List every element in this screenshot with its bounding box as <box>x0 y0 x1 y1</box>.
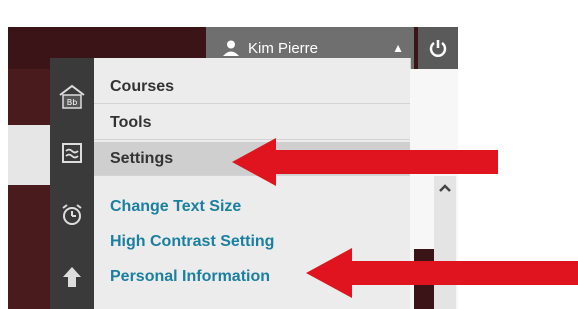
calendar-alarm-icon <box>62 204 82 225</box>
link-change-text-size[interactable]: Change Text Size <box>110 198 241 216</box>
annotation-arrow-personal-information <box>306 248 578 298</box>
left-background-panel <box>8 69 50 309</box>
link-personal-information[interactable]: Personal Information <box>110 268 270 286</box>
power-icon <box>429 40 447 57</box>
blackboard-home-icon: Bb <box>59 84 85 109</box>
grades-icon <box>62 143 82 163</box>
menu-item-courses[interactable]: Courses <box>94 70 410 104</box>
link-high-contrast-setting[interactable]: High Contrast Setting <box>110 233 274 251</box>
svg-text:Bb: Bb <box>67 98 78 107</box>
upload-arrow-icon <box>63 267 81 287</box>
caret-up-icon: ▲ <box>392 41 404 55</box>
user-icon <box>223 40 239 56</box>
menu-item-tools[interactable]: Tools <box>94 106 410 140</box>
grades-button[interactable] <box>50 128 94 178</box>
blackboard-home-button[interactable]: Bb <box>50 72 94 122</box>
left-panel-stripe <box>8 125 50 185</box>
alarm-button[interactable] <box>50 190 94 240</box>
logout-button[interactable] <box>418 27 458 69</box>
upload-button[interactable] <box>50 252 94 302</box>
user-name: Kim Pierre <box>248 39 319 57</box>
annotation-arrow-settings <box>232 138 498 186</box>
icon-sidebar: Bb <box>50 58 94 309</box>
